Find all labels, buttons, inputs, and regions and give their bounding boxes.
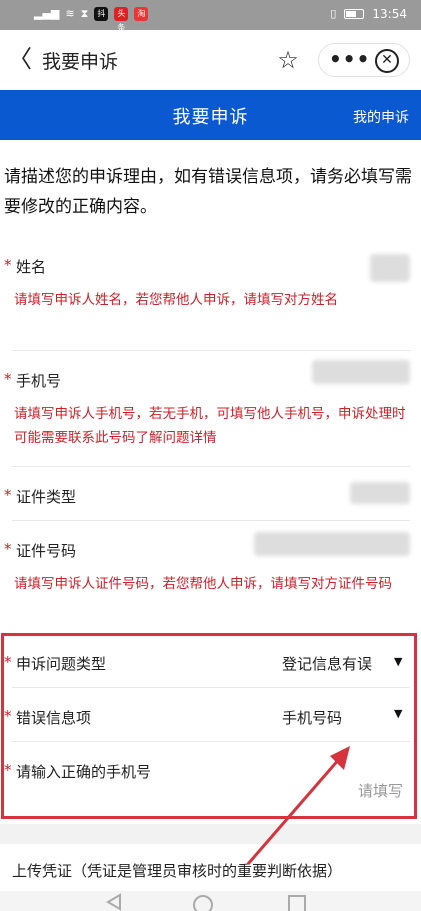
id-type-label: 证件类型 [16, 488, 77, 506]
status-bar: ▂▄▆ ≋ ⧗ 抖 头条 淘 ▯ 13:54 [0, 0, 421, 32]
correct-phone-input[interactable]: 请填写 [358, 780, 403, 801]
news-app-icon: 头条 [114, 7, 129, 32]
phone-field[interactable]: * 手机号 请填写申诉人手机号，若无手机，可填写他人手机号，申诉处理时可能需要联… [0, 360, 421, 466]
id-number-field[interactable]: * 证件号码 请填写申诉人证件号码，若您帮他人申诉，请填写对方证件号码 [0, 532, 421, 626]
divider [12, 350, 410, 351]
phone-label: 手机号 [16, 372, 62, 390]
divider [12, 741, 410, 742]
status-left: ▂▄▆ ≋ ⧗ 抖 头条 淘 [34, 7, 149, 32]
phone-hint: 请填写申诉人手机号，若无手机，可填写他人手机号，申诉处理时可能需要联系此号码了解… [14, 406, 406, 446]
hourglass-icon: ⧗ [80, 7, 89, 20]
divider [12, 466, 410, 467]
dropdown-arrow-icon: ▼ [394, 655, 403, 668]
required-mark: * [4, 707, 12, 725]
required-mark: * [4, 256, 12, 274]
name-label: 姓名 [16, 258, 47, 276]
intro-text: 请描述您的申诉理由，如有错误信息项，请务必填写需要修改的正确内容。 [4, 167, 412, 217]
system-nav-bar [0, 891, 421, 911]
id-number-hint: 请填写申诉人证件号码，若您帮他人申诉，请填写对方证件号码 [14, 576, 392, 592]
id-number-label: 证件号码 [16, 542, 77, 560]
correct-phone-label: 请输入正确的手机号 [16, 763, 152, 781]
error-item-select[interactable]: * 错误信息项 手机号码 ▼ [0, 704, 421, 740]
my-appeals-link[interactable]: 我的申诉 [353, 107, 409, 127]
shop-app-icon: 淘 [134, 7, 149, 21]
battery-icon [344, 9, 365, 19]
issue-type-value: 登记信息有误 [282, 655, 373, 673]
error-item-value: 手机号码 [282, 709, 343, 727]
upload-label: 上传凭证（凭证是管理员审核时的重要判断依据） [12, 862, 343, 880]
vibrate-icon: ▯ [330, 7, 337, 20]
nav-back-icon[interactable] [104, 893, 124, 911]
name-field[interactable]: * 姓名 请填写申诉人姓名，若您帮他人申诉，请填写对方姓名 [0, 252, 421, 352]
signal-icon: ▂▄▆ [34, 7, 60, 20]
section-separator [0, 824, 421, 844]
required-mark: * [4, 653, 12, 671]
issue-type-select[interactable]: * 申诉问题类型 登记信息有误 ▼ [0, 650, 421, 686]
required-mark: * [4, 761, 12, 779]
nav-recent-icon[interactable] [288, 895, 306, 911]
back-arrow-icon[interactable]: 〈 [6, 44, 34, 74]
more-icon[interactable]: ••• [329, 47, 369, 73]
name-hint: 请填写申诉人姓名，若您帮他人申诉，请填写对方姓名 [14, 292, 338, 308]
close-icon[interactable]: ✕ [375, 49, 399, 73]
required-mark: * [4, 486, 12, 504]
tiktok-icon: 抖 [94, 7, 109, 21]
status-right: ▯ 13:54 [330, 7, 407, 21]
nav-home-icon[interactable] [193, 895, 213, 911]
issue-type-label: 申诉问题类型 [16, 655, 107, 673]
dropdown-arrow-icon: ▼ [394, 707, 403, 720]
status-time: 13:54 [372, 7, 407, 21]
header-bar: 我要申诉 我的申诉 [0, 90, 421, 140]
title-bar: 〈 我要申诉 ☆ ••• ✕ [0, 30, 421, 90]
mini-program-capsule: ••• ✕ [318, 43, 410, 77]
id-type-field[interactable]: * 证件类型 [0, 482, 421, 522]
required-mark: * [4, 370, 12, 388]
required-mark: * [4, 540, 12, 558]
star-icon[interactable]: ☆ [272, 44, 304, 76]
error-item-label: 错误信息项 [16, 709, 92, 727]
name-value-redacted [370, 254, 410, 282]
id-type-value-redacted [350, 482, 410, 504]
divider [12, 520, 410, 521]
wifi-icon: ≋ [65, 7, 75, 20]
divider [12, 687, 410, 688]
id-number-value-redacted [254, 532, 410, 556]
phone-value-redacted [312, 360, 410, 384]
page-title: 我要申诉 [42, 51, 119, 73]
